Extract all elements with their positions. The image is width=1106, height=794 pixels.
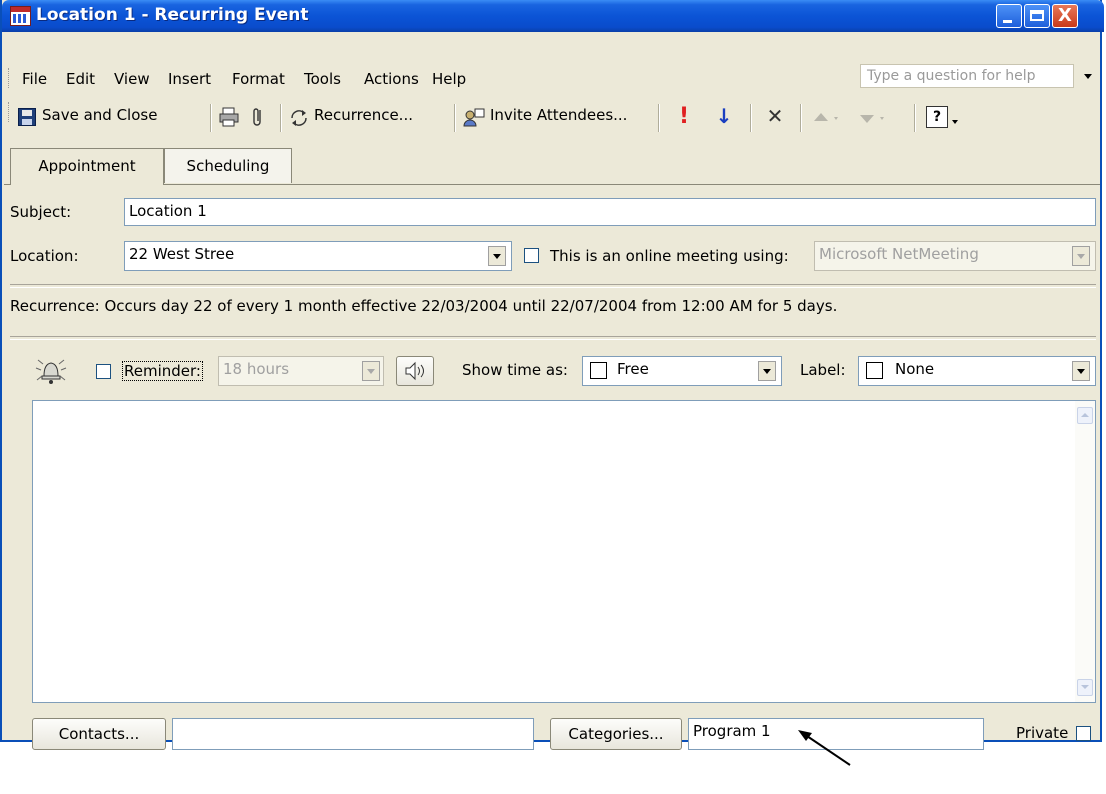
attach-button[interactable]: [250, 106, 270, 130]
reminder-time-select[interactable]: 18 hours: [218, 356, 384, 386]
online-meeting-label: This is an online meeting using:: [550, 247, 789, 265]
divider: [10, 336, 1096, 340]
notes-body-textarea[interactable]: [32, 400, 1096, 703]
menu-insert[interactable]: Insert: [168, 70, 211, 88]
subject-label: Subject:: [10, 203, 72, 221]
exclamation-icon: !: [678, 104, 690, 129]
scroll-down-icon[interactable]: [1077, 679, 1093, 696]
toolbar-options-icon[interactable]: [952, 120, 958, 124]
annotation-arrow: [798, 730, 851, 766]
menu-view[interactable]: View: [114, 70, 150, 88]
reminder-checkbox[interactable]: [96, 364, 111, 379]
label-dropdown-icon[interactable]: [1072, 361, 1090, 381]
recurrence-summary: Recurrence: Occurs day 22 of every 1 mon…: [10, 297, 838, 315]
invite-attendees-label: Invite Attendees...: [490, 106, 628, 124]
subject-input[interactable]: Location 1: [124, 198, 1096, 226]
speaker-icon: [405, 361, 424, 381]
contacts-button[interactable]: Contacts...: [32, 718, 166, 750]
toolbar-separator: [658, 104, 660, 132]
online-meeting-checkbox[interactable]: [524, 248, 539, 263]
save-and-close-button[interactable]: Save and Close: [16, 104, 206, 132]
categories-button[interactable]: Categories...: [550, 718, 682, 750]
contacts-input[interactable]: [172, 718, 534, 750]
label-select[interactable]: None: [858, 356, 1096, 386]
private-label: Private: [1016, 724, 1069, 742]
tab-scheduling[interactable]: Scheduling: [164, 148, 292, 183]
toolbar-separator: [280, 104, 282, 132]
recurrence-button[interactable]: Recurrence...: [288, 104, 448, 132]
title-bar[interactable]: Location 1 - Recurring Event X: [2, 0, 1104, 32]
window-title: Location 1 - Recurring Event: [36, 5, 309, 25]
menu-actions[interactable]: Actions: [364, 70, 419, 88]
importance-high-button[interactable]: !: [676, 104, 692, 132]
free-color-swatch: [590, 362, 607, 379]
save-and-close-label: Save and Close: [42, 106, 158, 124]
location-label: Location:: [10, 247, 79, 265]
online-meeting-dropdown-icon[interactable]: [1072, 246, 1090, 266]
label-color-swatch: [866, 362, 883, 379]
importance-low-button[interactable]: ↓: [714, 104, 734, 132]
menu-file[interactable]: File: [22, 70, 47, 88]
vertical-scrollbar[interactable]: [1075, 401, 1095, 702]
toolbar-separator: [454, 104, 456, 132]
toolbar-separator: [914, 104, 916, 132]
location-combobox[interactable]: 22 West Stree: [124, 241, 512, 271]
paperclip-icon: [253, 108, 261, 126]
toolbar-separator: [750, 104, 752, 132]
reminder-label: Reminder:: [122, 361, 203, 381]
close-icon: X: [1058, 5, 1072, 26]
previous-item-button[interactable]: [812, 108, 852, 128]
tab-appointment[interactable]: Appointment: [10, 148, 164, 185]
private-checkbox[interactable]: [1076, 726, 1091, 741]
help-question-input[interactable]: Type a question for help: [860, 64, 1074, 88]
tab-divider: [4, 184, 1100, 185]
up-arrow-icon: [814, 113, 838, 121]
show-time-as-dropdown-icon[interactable]: [758, 361, 776, 381]
menu-edit[interactable]: Edit: [66, 70, 95, 88]
help-question-icon: ?: [926, 106, 948, 128]
menu-grip-handle[interactable]: [8, 68, 12, 88]
menu-help[interactable]: Help: [432, 70, 466, 88]
menu-tools[interactable]: Tools: [304, 70, 341, 88]
help-button[interactable]: ?: [926, 106, 964, 130]
tab-strip: Appointment Scheduling: [2, 148, 1104, 185]
reminder-sound-button[interactable]: [396, 356, 434, 386]
delete-x-icon: ✕: [766, 104, 784, 128]
location-dropdown-icon[interactable]: [488, 246, 506, 266]
invite-attendees-button[interactable]: Invite Attendees...: [462, 104, 652, 132]
calendar-icon: [10, 6, 31, 26]
reminder-dropdown-icon[interactable]: [362, 361, 380, 381]
next-item-button[interactable]: [858, 108, 898, 128]
help-dropdown-icon[interactable]: [1084, 74, 1092, 79]
reminder-bell-icon: [35, 359, 67, 384]
maximize-button[interactable]: [1024, 4, 1050, 28]
toolbar-grip-handle[interactable]: [8, 102, 12, 122]
toolbar-separator: [800, 104, 802, 132]
standard-toolbar: Save and Close Recurrence... Invite Atte…: [4, 98, 1100, 138]
down-arrow-icon: [860, 115, 884, 123]
menu-bar: File Edit View Insert Format Tools Actio…: [4, 64, 1100, 92]
recurrence-icon: [291, 110, 307, 126]
appointment-window: Location 1 - Recurring Event X File Edit…: [0, 0, 1104, 750]
menu-format[interactable]: Format: [232, 70, 285, 88]
minimize-button[interactable]: [996, 4, 1022, 28]
floppy-disk-icon: [18, 108, 36, 126]
printer-icon: [219, 107, 239, 127]
show-time-as-label: Show time as:: [462, 361, 568, 379]
down-arrow-icon: ↓: [715, 104, 733, 128]
close-button[interactable]: X: [1052, 4, 1078, 28]
show-time-as-select[interactable]: Free: [582, 356, 782, 386]
divider: [10, 284, 1096, 288]
recurrence-label: Recurrence...: [314, 106, 413, 124]
online-meeting-select[interactable]: Microsoft NetMeeting: [814, 241, 1096, 271]
label-label: Label:: [800, 361, 846, 379]
delete-button[interactable]: ✕: [764, 104, 786, 132]
toolbar-separator: [210, 104, 212, 132]
invite-attendees-icon: [463, 108, 485, 127]
print-button[interactable]: [218, 106, 242, 130]
scroll-up-icon[interactable]: [1077, 407, 1093, 424]
